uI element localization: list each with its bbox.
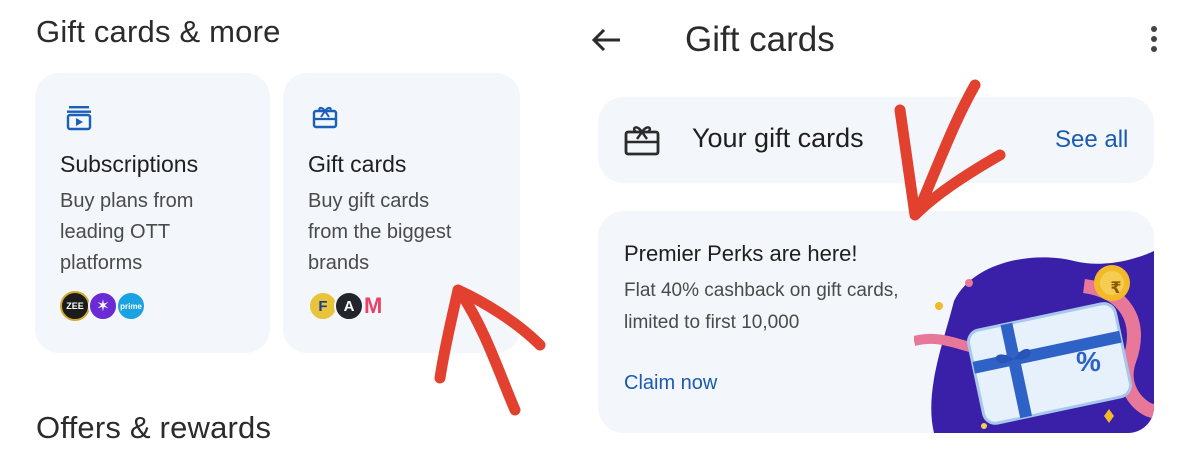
desc-line: platforms bbox=[60, 252, 143, 274]
page-title: Gift cards bbox=[685, 20, 835, 59]
gift-cards-description: Buy gift cards from the biggest brands bbox=[308, 186, 451, 279]
kebab-dot bbox=[1151, 46, 1157, 52]
kebab-dot bbox=[1151, 36, 1157, 42]
your-gift-cards-label: Your gift cards bbox=[692, 123, 864, 153]
your-gift-cards-row[interactable]: Your gift cards See all bbox=[598, 97, 1154, 183]
premier-perks-promo-card[interactable]: Premier Perks are here! Flat 40% cashbac… bbox=[598, 211, 1154, 433]
subscriptions-card[interactable]: Subscriptions Buy plans from leading OTT… bbox=[35, 73, 270, 353]
prime-logo: prime bbox=[116, 291, 146, 321]
amazon-logo: A bbox=[334, 291, 364, 321]
gift-card-icon bbox=[624, 126, 660, 156]
subscriptions-description: Buy plans from leading OTT platforms bbox=[60, 186, 193, 279]
claim-now-button[interactable]: Claim now bbox=[624, 372, 717, 395]
desc-line: from the biggest bbox=[308, 221, 452, 243]
zee5-logo: ZEE bbox=[60, 291, 90, 321]
brand-logos: F A M bbox=[308, 291, 408, 323]
myntra-logo: M bbox=[364, 293, 383, 318]
gift-card-icon bbox=[312, 106, 338, 129]
section-title-gift-cards-more: Gift cards & more bbox=[36, 14, 281, 49]
section-title-offers-rewards: Offers & rewards bbox=[36, 410, 272, 445]
desc-line: Buy gift cards bbox=[308, 190, 430, 212]
rupee-coin-icon: ₹ bbox=[1110, 280, 1122, 297]
promo-title: Premier Perks are here! bbox=[624, 241, 858, 266]
see-all-link[interactable]: See all bbox=[1055, 126, 1128, 154]
desc-line: Buy plans from bbox=[60, 190, 194, 212]
promo-description: Flat 40% cashback on gift cards, limited… bbox=[624, 275, 899, 339]
subscriptions-title: Subscriptions bbox=[60, 151, 199, 177]
gift-card-illustration bbox=[914, 251, 1154, 433]
sonyliv-logo: ✶ bbox=[88, 291, 118, 321]
desc-line: Flat 40% cashback on gift cards, bbox=[624, 280, 899, 301]
desc-line: limited to first 10,000 bbox=[624, 312, 800, 333]
discount-badge: % bbox=[1076, 346, 1101, 377]
desc-line: leading OTT bbox=[60, 221, 171, 243]
ott-logos: ZEE ✶ prime bbox=[60, 291, 160, 323]
more-options-icon[interactable] bbox=[1151, 22, 1157, 56]
gift-cards-title: Gift cards bbox=[308, 151, 407, 177]
gift-cards-card[interactable]: Gift cards Buy gift cards from the bigge… bbox=[283, 73, 520, 353]
subscriptions-icon bbox=[66, 106, 92, 131]
desc-line: brands bbox=[308, 252, 370, 274]
kebab-dot bbox=[1151, 26, 1157, 32]
back-arrow-icon[interactable] bbox=[588, 22, 624, 58]
